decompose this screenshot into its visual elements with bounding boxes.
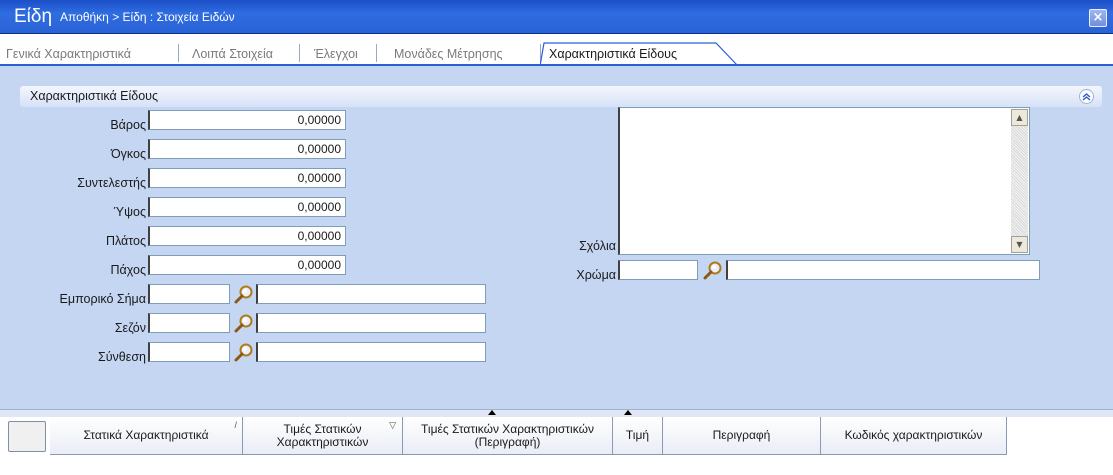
column-description[interactable]: Περιγραφή	[663, 417, 821, 455]
color-description-field[interactable]	[726, 260, 1040, 280]
factor-label: Συντελεστής	[77, 176, 146, 190]
season-code-field[interactable]	[148, 313, 230, 333]
close-icon[interactable]: ×	[1089, 9, 1107, 27]
notes-label: Σχόλια	[579, 239, 616, 253]
tab-divider	[376, 44, 377, 62]
season-description-field[interactable]	[256, 313, 486, 333]
column-characteristic-code[interactable]: Κωδικός χαρακτηριστικών	[821, 417, 1007, 455]
window-title: Είδη	[14, 5, 53, 27]
volume-label: Όγκος	[110, 147, 146, 161]
sort-icon: /	[234, 420, 237, 430]
column-static-values-description[interactable]: Τιμές Στατικών Χαρακτηριστικών (Περιγραφ…	[403, 417, 613, 455]
search-icon[interactable]	[702, 260, 724, 280]
factor-field[interactable]: 0,00000	[148, 168, 346, 188]
search-icon[interactable]	[233, 342, 255, 362]
weight-label: Βάρος	[110, 118, 146, 132]
tab-other-details[interactable]: Λοιπά Στοιχεία	[192, 44, 273, 64]
width-label: Πλάτος	[105, 234, 146, 248]
volume-field[interactable]: 0,00000	[148, 139, 346, 159]
tab-general[interactable]: Γενικά Χαρακτηριστικά	[6, 44, 131, 64]
characteristics-grid: Στατικά Χαρακτηριστικά / Τιμές Στατικών …	[0, 417, 1113, 475]
collapse-up-icon[interactable]	[1079, 89, 1094, 104]
composition-code-field[interactable]	[148, 342, 230, 362]
section-title: Χαρακτηριστικά Είδους	[30, 89, 159, 103]
tab-checks[interactable]: Έλεγχοι	[314, 44, 358, 64]
thickness-label: Πάχος	[110, 263, 146, 277]
column-value[interactable]: Τιμή	[613, 417, 663, 455]
width-field[interactable]: 0,00000	[148, 226, 346, 246]
tab-divider	[299, 44, 300, 62]
composition-label: Σύνθεση	[97, 350, 146, 364]
tab-divider	[178, 44, 179, 62]
search-icon[interactable]	[233, 313, 255, 333]
sort-icon: ▽	[389, 420, 396, 430]
tab-strip: Γενικά Χαρακτηριστικά Λοιπά Στοιχεία Έλε…	[0, 34, 1113, 67]
tab-item-characteristics[interactable]: Χαρακτηριστικά Είδους	[549, 44, 677, 64]
notes-textarea[interactable]: ▲ ▼	[618, 107, 1030, 255]
scroll-up-icon[interactable]: ▲	[1011, 109, 1028, 126]
weight-field[interactable]: 0,00000	[148, 110, 346, 130]
height-field[interactable]: 0,00000	[148, 197, 346, 217]
window-titlebar: Είδη Αποθήκη > Είδη : Στοιχεία Ειδών ×	[0, 0, 1113, 34]
notes-scrollbar[interactable]: ▲ ▼	[1011, 109, 1028, 253]
breadcrumb: Αποθήκη > Είδη : Στοιχεία Ειδών	[60, 9, 235, 24]
section-header: Χαρακτηριστικά Είδους	[20, 86, 1102, 107]
color-label: Χρώμα	[576, 268, 616, 282]
column-static-values[interactable]: Τιμές Στατικών Χαρακτηριστικών ▽	[243, 417, 403, 455]
grid-select-all[interactable]	[8, 421, 46, 452]
column-static-characteristics[interactable]: Στατικά Χαρακτηριστικά /	[50, 417, 243, 455]
brand-code-field[interactable]	[148, 284, 230, 304]
height-label: Ύψος	[113, 205, 146, 219]
color-code-field[interactable]	[618, 260, 698, 280]
panel-splitter[interactable]	[0, 409, 1113, 417]
tab-units[interactable]: Μονάδες Μέτρησης	[394, 44, 503, 64]
thickness-field[interactable]: 0,00000	[148, 255, 346, 275]
splitter-arrow-icon[interactable]	[624, 410, 632, 415]
scroll-down-icon[interactable]: ▼	[1011, 236, 1028, 253]
composition-description-field[interactable]	[256, 342, 486, 362]
splitter-arrow-icon[interactable]	[488, 410, 496, 415]
brand-description-field[interactable]	[256, 284, 486, 304]
search-icon[interactable]	[233, 284, 255, 304]
season-label: Σεζόν	[114, 321, 146, 335]
brand-label: Εμπορικό Σήμα	[59, 292, 146, 306]
